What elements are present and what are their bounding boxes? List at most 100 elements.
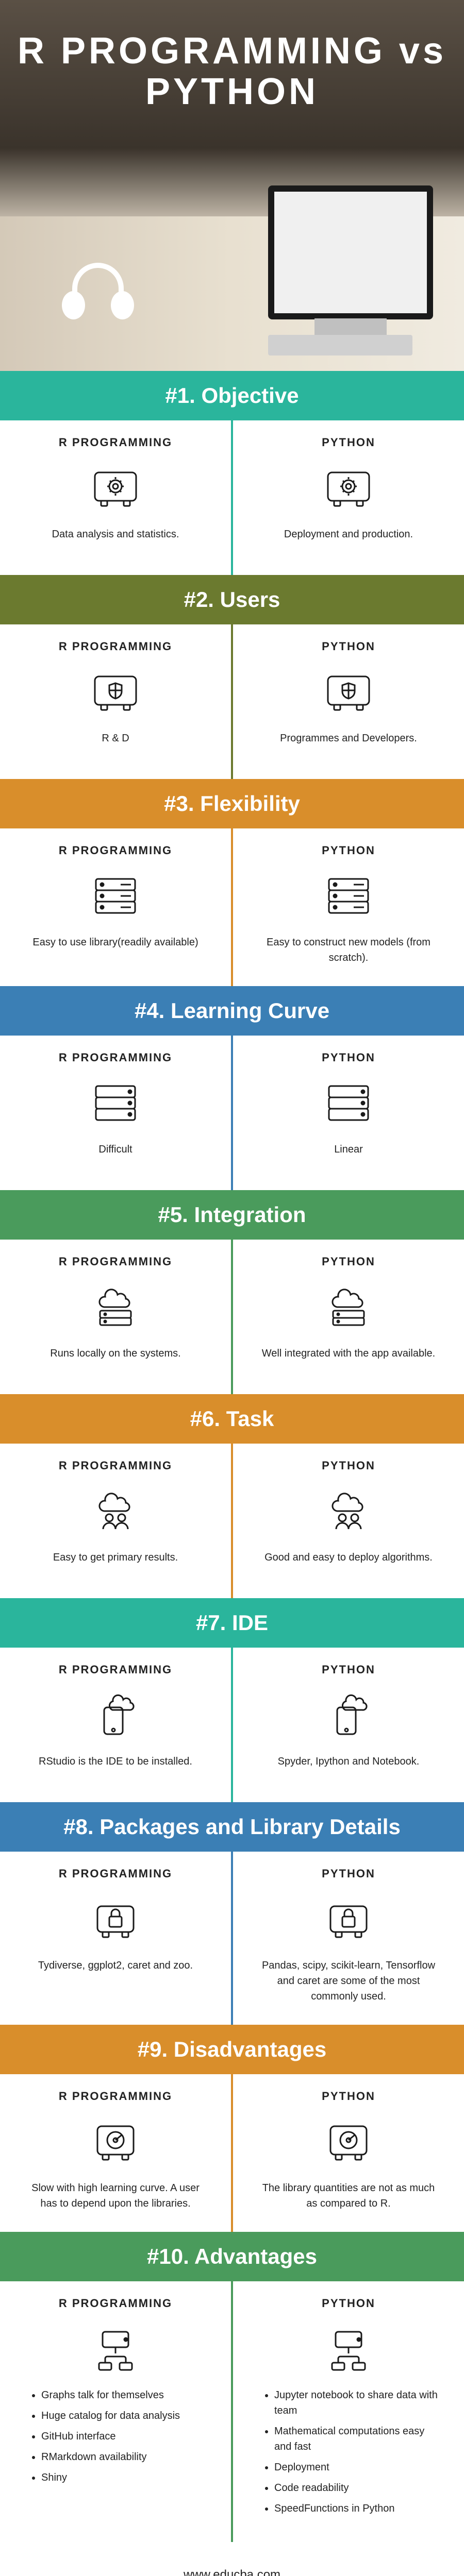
left-desc: Data analysis and statistics. (21, 527, 210, 542)
right-desc: Well integrated with the app available. (254, 1346, 443, 1361)
left-col: R PROGRAMMING Slow with high learning cu… (0, 2074, 231, 2232)
left-label: R PROGRAMMING (21, 2297, 210, 2310)
section-header-objective: #1. Objective (0, 371, 464, 420)
list-item: SpeedFunctions in Python (274, 2501, 438, 2516)
right-label: PYTHON (254, 436, 443, 449)
headphones-illustration (62, 263, 134, 325)
right-desc: Linear (254, 1142, 443, 1157)
list-item: Shiny (41, 2470, 205, 2485)
cloud-server-icon (90, 1284, 141, 1330)
list-item: Jupyter notebook to share data with team (274, 2387, 438, 2418)
left-desc: Slow with high learning curve. A user ha… (21, 2180, 210, 2211)
right-col: PYTHON Well integrated with the app avai… (233, 1240, 464, 1394)
right-col: PYTHON Pandas, scipy, scikit-learn, Tens… (233, 1852, 464, 2025)
section-header-packages: #8. Packages and Library Details (0, 1802, 464, 1852)
left-col: R PROGRAMMING RStudio is the IDE to be i… (0, 1648, 231, 1802)
left-label: R PROGRAMMING (21, 1255, 210, 1268)
comparison-task: R PROGRAMMING Easy to get primary result… (0, 1444, 464, 1598)
list-item: GitHub interface (41, 2429, 205, 2444)
left-col: R PROGRAMMING Data analysis and statisti… (0, 420, 231, 575)
stack-icon (90, 1080, 141, 1126)
right-col: PYTHON Good and easy to deploy algorithm… (233, 1444, 464, 1598)
right-desc-list: Jupyter notebook to share data with team… (254, 2387, 443, 2516)
section-header-task: #6. Task (0, 1394, 464, 1444)
right-label: PYTHON (254, 1663, 443, 1676)
section-header-advantages: #10. Advantages (0, 2232, 464, 2281)
list-item: Mathematical computations easy and fast (274, 2424, 438, 2454)
hero-title-line2: PYTHON (145, 71, 319, 112)
server-icon (323, 873, 374, 919)
infographic-container: R PROGRAMMING vs PYTHON #1. Objective R … (0, 0, 464, 2576)
left-desc: Easy to get primary results. (21, 1550, 210, 1565)
left-label: R PROGRAMMING (21, 1459, 210, 1472)
comparison-users: R PROGRAMMING R & D PYTHON Programmes an… (0, 624, 464, 779)
right-col: PYTHON Easy to construct new models (fro… (233, 828, 464, 986)
left-desc: Difficult (21, 1142, 210, 1157)
section-header-learning: #4. Learning Curve (0, 986, 464, 1036)
advantages-right-list: Jupyter notebook to share data with team… (259, 2387, 438, 2516)
lock-drive-icon (90, 1896, 141, 1942)
left-col: R PROGRAMMING Easy to get primary result… (0, 1444, 231, 1598)
right-desc: Spyder, Ipython and Notebook. (254, 1754, 443, 1769)
left-label: R PROGRAMMING (21, 1663, 210, 1676)
hero-title-line1: R PROGRAMMING vs (18, 30, 446, 72)
section-header-users: #2. Users (0, 575, 464, 624)
advantages-left-list: Graphs talk for themselves Huge catalog … (26, 2387, 205, 2485)
right-desc: Good and easy to deploy algorithms. (254, 1550, 443, 1565)
right-label: PYTHON (254, 1867, 443, 1880)
cloud-phone-icon (323, 1692, 374, 1738)
keyboard-illustration (268, 335, 412, 355)
right-desc: Pandas, scipy, scikit-learn, Tensorflow … (254, 1958, 443, 2004)
comparison-integration: R PROGRAMMING Runs locally on the system… (0, 1240, 464, 1394)
right-desc: Deployment and production. (254, 527, 443, 542)
left-desc: Tydiverse, ggplot2, caret and zoo. (21, 1958, 210, 1973)
right-label: PYTHON (254, 640, 443, 653)
hero-section: R PROGRAMMING vs PYTHON (0, 0, 464, 371)
cloud-people-icon (323, 1488, 374, 1534)
list-item: Graphs talk for themselves (41, 2387, 205, 2403)
section-header-integration: #5. Integration (0, 1190, 464, 1240)
right-col: PYTHON Spyder, Ipython and Notebook. (233, 1648, 464, 1802)
comparison-objective: R PROGRAMMING Data analysis and statisti… (0, 420, 464, 575)
list-item: Deployment (274, 2460, 438, 2475)
right-col: PYTHON The library quantities are not as… (233, 2074, 464, 2232)
right-col: PYTHON Deployment and production. (233, 420, 464, 575)
footer-url: www.educba.com (0, 2542, 464, 2576)
gear-drive-icon (323, 465, 374, 511)
left-label: R PROGRAMMING (21, 844, 210, 857)
comparison-advantages: R PROGRAMMING Graphs talk for themselves… (0, 2281, 464, 2542)
list-item: Huge catalog for data analysis (41, 2408, 205, 2424)
right-label: PYTHON (254, 1255, 443, 1268)
left-label: R PROGRAMMING (21, 1051, 210, 1064)
shield-drive-icon (323, 669, 374, 715)
right-col: PYTHON Jupyter notebook to share data wi… (233, 2281, 464, 2542)
left-desc: R & D (21, 731, 210, 746)
left-col: R PROGRAMMING R & D (0, 624, 231, 779)
left-col: R PROGRAMMING Runs locally on the system… (0, 1240, 231, 1394)
network-drive-icon (323, 2326, 374, 2372)
right-desc: Programmes and Developers. (254, 731, 443, 746)
section-header-disadvantages: #9. Disadvantages (0, 2025, 464, 2074)
gear-drive-icon (90, 465, 141, 511)
section-header-flexibility: #3. Flexibility (0, 779, 464, 828)
right-col: PYTHON Programmes and Developers. (233, 624, 464, 779)
disk-drive-icon (90, 2119, 141, 2165)
list-item: RMarkdown availability (41, 2449, 205, 2465)
right-desc: Easy to construct new models (from scrat… (254, 935, 443, 965)
right-col: PYTHON Linear (233, 1036, 464, 1190)
left-label: R PROGRAMMING (21, 640, 210, 653)
left-label: R PROGRAMMING (21, 436, 210, 449)
stack-icon (323, 1080, 374, 1126)
hero-title: R PROGRAMMING vs PYTHON (18, 31, 446, 112)
list-item: Code readability (274, 2480, 438, 2496)
right-label: PYTHON (254, 1051, 443, 1064)
left-desc: Easy to use library(readily available) (21, 935, 210, 950)
left-col: R PROGRAMMING Difficult (0, 1036, 231, 1190)
left-label: R PROGRAMMING (21, 2090, 210, 2103)
right-desc: The library quantities are not as much a… (254, 2180, 443, 2211)
comparison-learning: R PROGRAMMING Difficult PYTHON Linear (0, 1036, 464, 1190)
comparison-flexibility: R PROGRAMMING Easy to use library(readil… (0, 828, 464, 986)
server-icon (90, 873, 141, 919)
left-label: R PROGRAMMING (21, 1867, 210, 1880)
comparison-disadvantages: R PROGRAMMING Slow with high learning cu… (0, 2074, 464, 2232)
